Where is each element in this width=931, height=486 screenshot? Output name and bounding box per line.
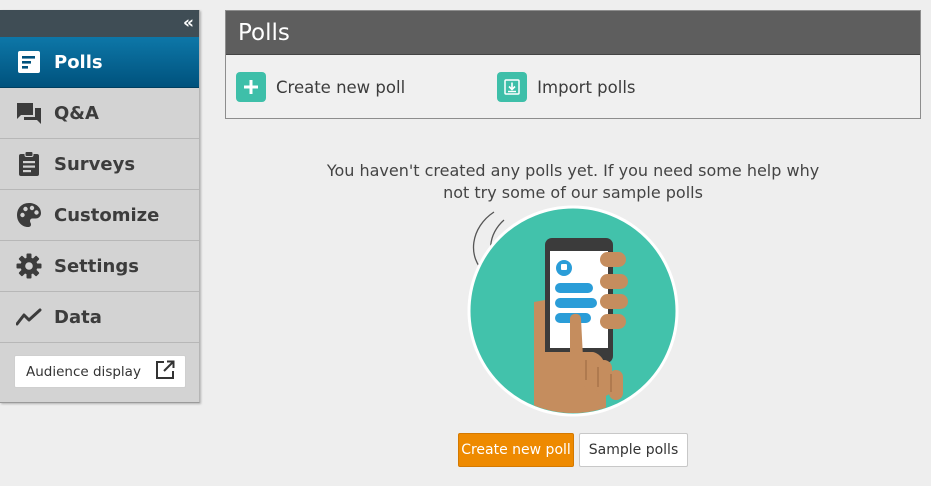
sidebar-item-data[interactable]: Data <box>0 292 199 343</box>
gear-icon <box>16 253 42 279</box>
sidebar-collapse-bar: « <box>0 10 199 37</box>
sample-polls-button[interactable]: Sample polls <box>579 433 688 467</box>
external-link-icon <box>155 360 175 384</box>
panel-header: Polls <box>226 11 920 55</box>
sidebar-item-surveys[interactable]: Surveys <box>0 139 199 190</box>
chat-icon <box>16 100 42 126</box>
import-icon <box>497 72 528 102</box>
sidebar-item-label: Data <box>54 306 102 328</box>
clipboard-icon <box>16 151 42 177</box>
plus-icon <box>236 72 266 102</box>
sidebar-item-label: Polls <box>54 51 103 73</box>
sidebar-item-label: Customize <box>54 204 160 226</box>
create-new-poll-label: Create new poll <box>276 77 406 97</box>
sidebar-item-label: Settings <box>54 255 139 277</box>
sidebar-item-qa[interactable]: Q&A <box>0 88 199 139</box>
create-new-poll-button[interactable]: Create new poll <box>458 433 574 467</box>
poll-icon <box>16 49 42 75</box>
sidebar-item-label: Q&A <box>54 102 99 124</box>
create-new-poll-action[interactable]: Create new poll <box>236 72 405 102</box>
import-polls-action[interactable]: Import polls <box>497 72 636 102</box>
polls-panel: Polls Create new poll Import polls <box>225 10 921 119</box>
sidebar-item-label: Surveys <box>54 153 136 175</box>
sidebar-item-polls[interactable]: Polls <box>0 37 199 88</box>
collapse-sidebar-icon[interactable]: « <box>183 13 194 33</box>
page-title: Polls <box>238 19 290 46</box>
import-polls-label: Import polls <box>537 77 636 97</box>
audience-display-label: Audience display <box>26 363 141 380</box>
panel-actions: Create new poll Import polls <box>226 55 920 119</box>
sidebar: « Polls Q&A Surveys Customize Settings D… <box>0 10 200 403</box>
sidebar-item-customize[interactable]: Customize <box>0 190 199 241</box>
sidebar-item-settings[interactable]: Settings <box>0 241 199 292</box>
palette-icon <box>16 202 42 228</box>
audience-display-button[interactable]: Audience display <box>14 355 186 388</box>
phone-in-hand-illustration <box>466 202 680 418</box>
trend-icon <box>16 304 42 330</box>
empty-state-message: You haven't created any polls yet. If yo… <box>326 161 820 202</box>
